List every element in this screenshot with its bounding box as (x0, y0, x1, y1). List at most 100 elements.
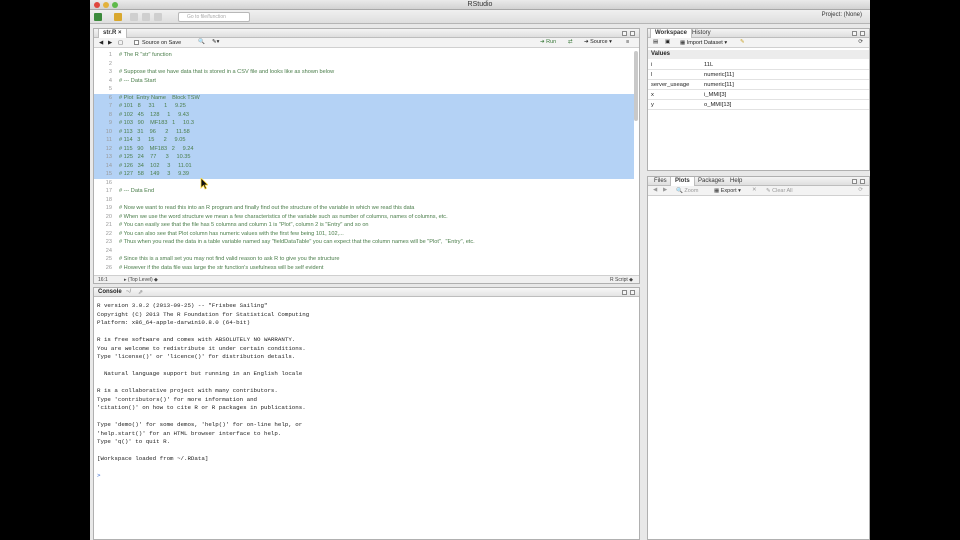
editor-status-bar: 16:1 ▸ (Top Level) ◆ R Script ◆ (94, 275, 639, 283)
export-label: Export (720, 188, 737, 194)
values-header: Values (648, 50, 869, 59)
editor-tabbar: str.R × (94, 29, 639, 38)
line-number: 17 (105, 188, 112, 194)
var-value: numeric[11] (704, 82, 734, 88)
go-to-directory-icon[interactable]: ⇗ (138, 289, 143, 296)
console-line: Copyright (C) 2013 The R Foundation for … (97, 310, 310, 318)
scope-selector[interactable]: ▸ (Top Level) ◆ (124, 276, 158, 283)
line-number: 7 (108, 103, 112, 109)
line-number: 18 (105, 196, 112, 203)
console-line: [Workspace loaded from ~/.RData] (97, 455, 209, 462)
maximize-pane-icon[interactable] (630, 31, 635, 36)
line-text: # 114 3 15 2 9.05 (119, 137, 186, 143)
tab-packages[interactable]: Packages (694, 177, 728, 186)
code-line-selected: 14 # 126 34 102 3 11.01 (94, 161, 634, 170)
rerun-button[interactable]: ⇄ (568, 39, 573, 45)
code-line: 17 # --- Data End (94, 187, 634, 196)
tab-files[interactable]: Files (650, 177, 671, 186)
save-icon[interactable] (130, 13, 138, 21)
line-number: 4 (108, 77, 112, 84)
var-value: o_MMI[13] (704, 102, 732, 108)
source-on-save-label: Source on Save (142, 40, 182, 46)
console-prompt[interactable]: > (97, 472, 627, 481)
maximize-pane-icon[interactable] (630, 290, 635, 295)
code-line-selected: 10 # 113 31 96 2 11.58 (94, 127, 634, 136)
line-number: 12 (105, 145, 112, 152)
console-path: ~/ (126, 289, 132, 295)
forward-arrow-icon[interactable]: ▶ (108, 40, 112, 46)
tab-str-r[interactable]: str.R × (98, 29, 127, 38)
minimize-pane-icon[interactable] (622, 290, 627, 295)
minimize-pane-icon[interactable] (852, 31, 857, 36)
goto-file-input[interactable]: Go to file/function (178, 12, 250, 22)
workspace-row[interactable]: y o_MMI[13] (648, 100, 869, 110)
line-number: 13 (105, 154, 112, 160)
code-line: 1 # The R "str" function (94, 51, 634, 60)
import-dataset-button[interactable]: ▦ Import Dataset ▾ (680, 40, 727, 46)
maximize-pane-icon[interactable] (860, 31, 865, 36)
run-button[interactable]: ➜ Run (540, 39, 556, 45)
previous-plot-icon[interactable]: ◀ (653, 187, 657, 193)
console-output[interactable]: R version 3.0.2 (2013-09-25) -- "Frisbee… (97, 302, 627, 481)
console-line: R version 3.0.2 (2013-09-25) -- "Frisbee… (97, 302, 268, 309)
show-in-window-icon[interactable]: ▢ (118, 40, 123, 46)
console-header: Console ~/ ⇗ (94, 288, 639, 297)
remove-plot-icon[interactable]: ✕ (752, 187, 757, 193)
load-workspace-icon[interactable]: ▤ (653, 39, 658, 45)
zoom-button[interactable]: 🔍 Zoom (676, 188, 698, 194)
code-line-selected: 13 # 125 24 77 3 10.35 (94, 153, 634, 162)
open-file-icon[interactable] (114, 13, 122, 21)
workspace-row[interactable]: l numeric[11] (648, 70, 869, 80)
code-line: 19 # Now we want to read this into an R p… (94, 204, 634, 213)
line-number: 22 (105, 230, 112, 237)
line-number: 19 (105, 205, 112, 211)
code-line-selected: 15 # 127 58 149 3 9.39 (94, 170, 634, 179)
line-number: 21 (105, 222, 112, 228)
line-text: # --- Data Start (119, 77, 156, 84)
tab-history[interactable]: History (688, 29, 715, 38)
workspace-row[interactable]: x i_MMI[3] (648, 90, 869, 100)
code-line: 25 # Since this is a small set you may no… (94, 255, 634, 264)
line-number: 2 (108, 60, 112, 67)
print-icon[interactable] (154, 13, 162, 21)
editor-scrollbar[interactable] (634, 51, 638, 121)
minimize-pane-icon[interactable] (852, 179, 857, 184)
console-line: R is free software and comes with ABSOLU… (97, 336, 296, 343)
save-workspace-icon[interactable]: ▣ (665, 39, 670, 45)
line-text: # 127 58 149 3 9.39 (119, 171, 189, 177)
line-text: # 101 8 31 1 9.25 (119, 103, 186, 109)
console-line: Type 'q()' to quit R. (97, 438, 171, 445)
workspace-row[interactable]: i 11L (648, 60, 869, 70)
source-on-save-checkbox[interactable] (134, 40, 139, 45)
source-button[interactable]: ➜ Source ▾ (584, 39, 612, 45)
export-button[interactable]: ▦ Export ▾ (714, 188, 741, 194)
next-plot-icon[interactable]: ▶ (663, 187, 667, 193)
cursor-position: 16:1 (98, 277, 108, 283)
console-line: 'help.start()' for an HTML browser inter… (97, 429, 282, 437)
refresh-icon[interactable]: ⟳ (858, 39, 863, 45)
back-arrow-icon[interactable]: ◀ (99, 40, 103, 46)
console-line: Platform: x86_64-apple-darwin10.8.0 (64-… (97, 319, 251, 326)
tab-plots[interactable]: Plots (670, 177, 695, 186)
search-icon[interactable]: 🔍 (198, 39, 205, 45)
maximize-pane-icon[interactable] (860, 179, 865, 184)
tab-help[interactable]: Help (726, 177, 746, 186)
project-menu[interactable]: Project: (None) (822, 12, 862, 18)
save-all-icon[interactable] (142, 13, 150, 21)
workspace-row[interactable]: server_useage numeric[11] (648, 80, 869, 90)
editor-menu-icon[interactable]: ≡ (626, 39, 629, 45)
file-type-selector[interactable]: R Script ◆ (610, 276, 633, 283)
clear-all-button[interactable]: ✎ Clear All (766, 188, 793, 194)
workspace-tabbar: Workspace History (648, 29, 869, 38)
minimize-pane-icon[interactable] (622, 31, 627, 36)
refresh-icon[interactable]: ⟳ (858, 187, 863, 193)
console-line: Type 'contributors()' for more informati… (97, 395, 258, 403)
code-tools-icon[interactable]: ✎▾ (212, 39, 219, 45)
tab-workspace[interactable]: Workspace (650, 29, 692, 38)
clear-workspace-icon[interactable]: ✎ (740, 39, 745, 45)
new-file-icon[interactable] (94, 13, 102, 21)
line-number: 25 (105, 256, 112, 262)
code-area[interactable]: 1 # The R "str" function 2 3 # Suppose tha… (94, 51, 634, 277)
